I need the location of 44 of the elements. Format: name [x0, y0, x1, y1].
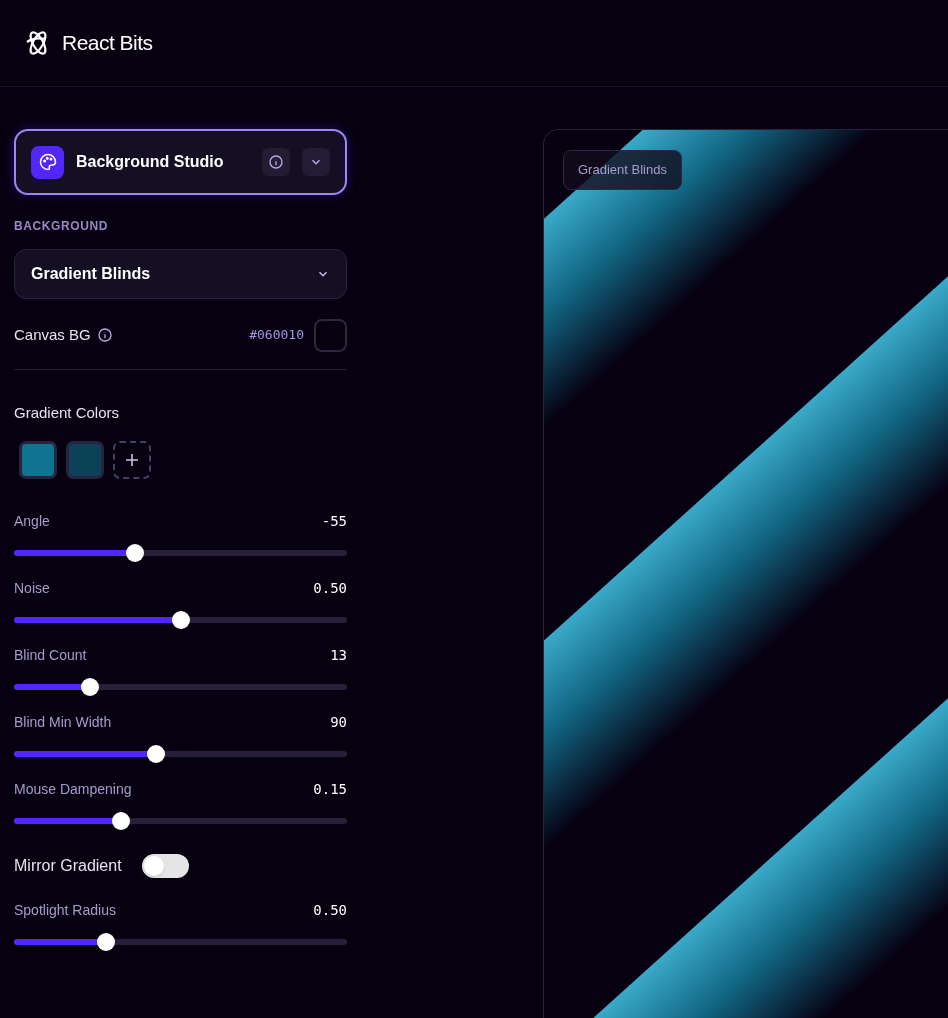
color-swatch[interactable] — [19, 440, 57, 479]
slider[interactable] — [14, 610, 347, 629]
studio-header[interactable]: Background Studio — [14, 129, 347, 195]
info-icon[interactable] — [96, 327, 113, 343]
slider-thumb[interactable] — [97, 932, 116, 951]
color-swatch[interactable] — [314, 318, 347, 352]
toggle-switch[interactable] — [141, 853, 189, 878]
gradient-colors-label: Gradient Colors — [14, 403, 121, 423]
slider-value: 0.15 — [313, 779, 347, 799]
slider-value: 0.50 — [313, 578, 347, 598]
slider[interactable] — [14, 677, 347, 696]
slider-label: Noise — [14, 578, 50, 598]
info-button[interactable] — [262, 148, 290, 176]
info-icon — [268, 154, 284, 170]
slider-value: -55 — [321, 511, 347, 531]
slider-label: Blind Min Width — [14, 712, 112, 732]
slider-label: Blind Count — [14, 645, 87, 665]
slider-label: Mouse Dampening — [14, 779, 132, 799]
slider[interactable] — [14, 744, 347, 763]
slider-thumb[interactable] — [81, 677, 100, 696]
palette-icon — [31, 145, 64, 179]
slider-label: Spotlight Radius — [14, 900, 116, 920]
canvas-bg-label: Canvas BG — [14, 324, 91, 345]
slider[interactable] — [14, 543, 347, 562]
slider-thumb[interactable] — [147, 744, 166, 763]
studio-title: Background Studio — [76, 152, 225, 172]
add-color-button[interactable] — [113, 440, 151, 479]
preview-badge: Gradient Blinds — [563, 150, 682, 190]
section-label: BACKGROUND — [14, 218, 109, 235]
slider-value: 0.50 — [313, 900, 347, 920]
plus-icon — [125, 452, 139, 467]
slider-label: Angle — [14, 511, 50, 531]
toggle-label: Mirror Gradient — [14, 855, 122, 876]
slider[interactable] — [14, 932, 347, 951]
slider-thumb[interactable] — [171, 610, 190, 629]
background-select[interactable]: Gradient Blinds — [14, 249, 347, 299]
slider-thumb[interactable] — [111, 811, 130, 830]
slider-value: 90 — [330, 712, 347, 732]
hex-value: #060010 — [249, 326, 304, 345]
color-swatch[interactable] — [66, 440, 104, 479]
brand-name[interactable]: React Bits — [62, 27, 153, 59]
slider[interactable] — [14, 811, 347, 830]
slider-thumb[interactable] — [125, 543, 144, 562]
slider-value: 13 — [330, 645, 347, 665]
